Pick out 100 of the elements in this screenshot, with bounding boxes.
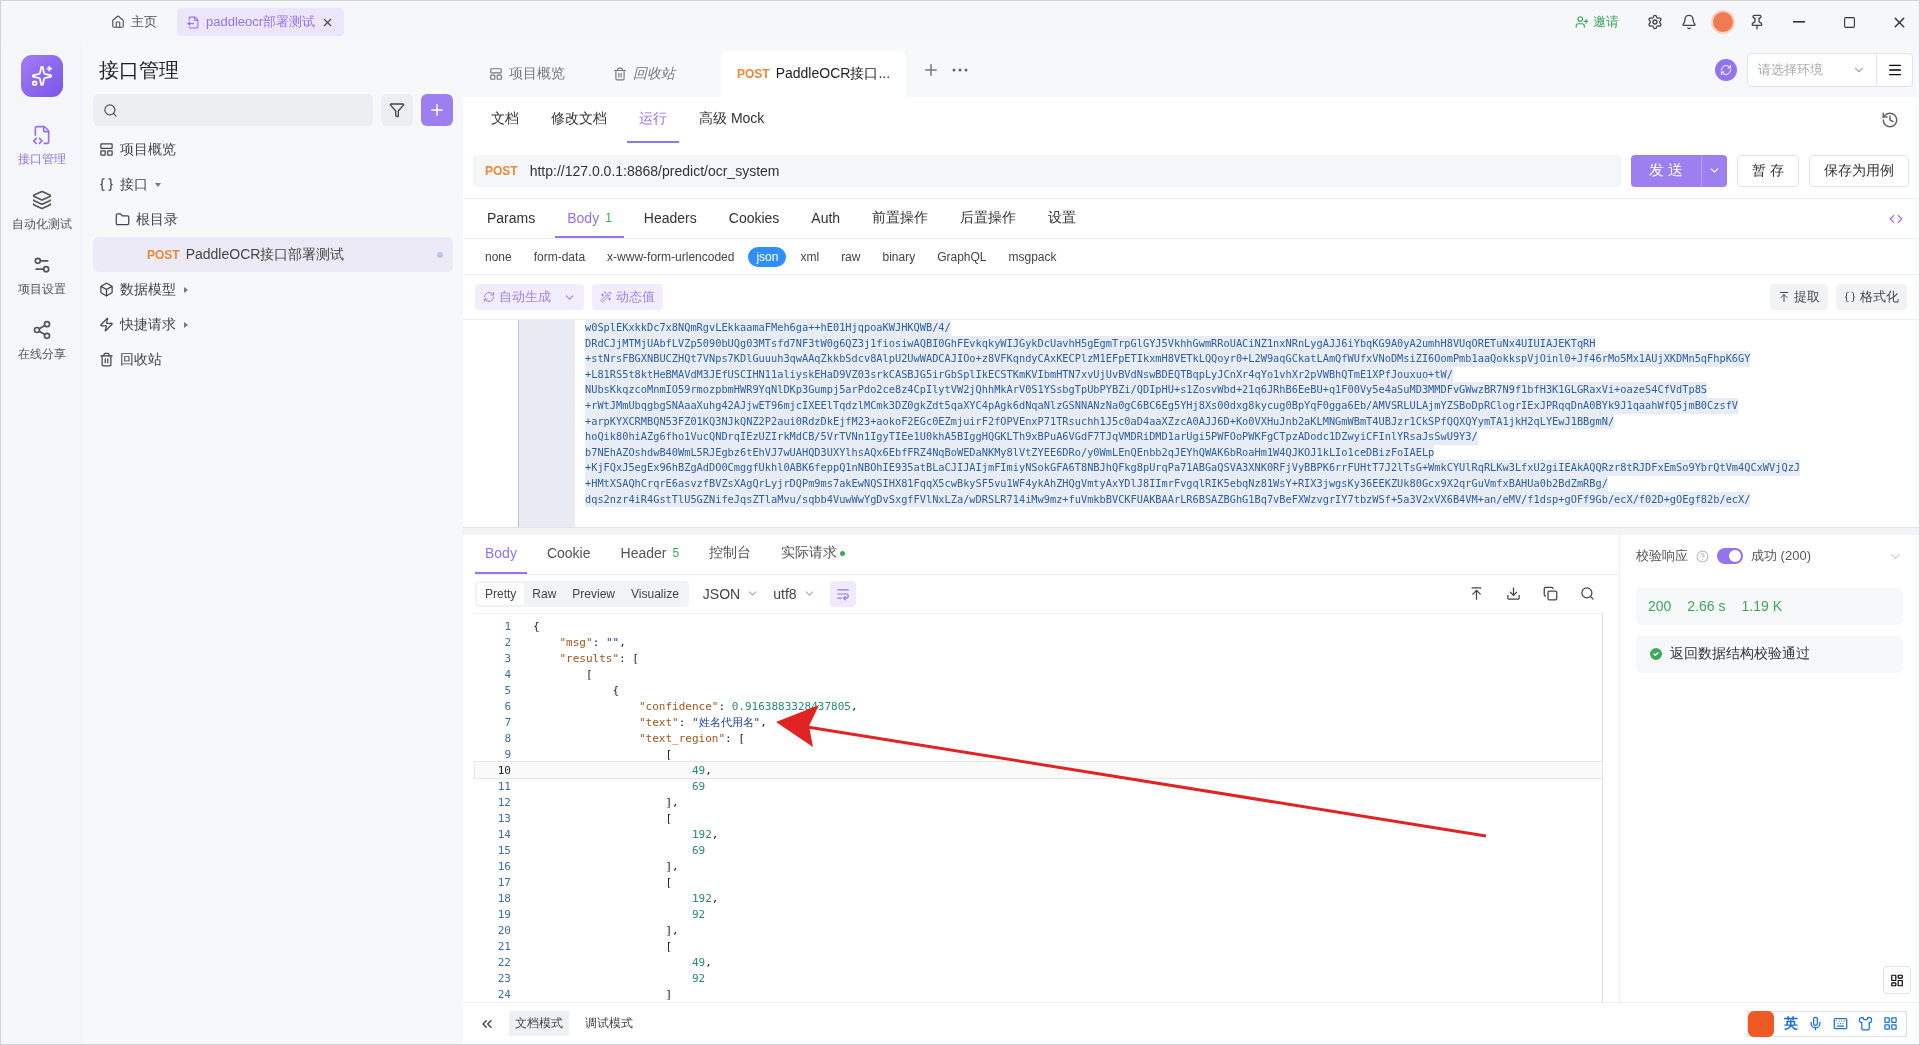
view-option[interactable]: Visualize xyxy=(623,583,687,605)
param-tab[interactable]: Body 1 xyxy=(555,199,624,238)
save-case-button[interactable]: 保存为用例 xyxy=(1809,154,1909,187)
code-line: 49, xyxy=(690,763,712,777)
environment-placeholder: 请选择环境 xyxy=(1758,61,1823,79)
rail-item[interactable]: 在线分享 xyxy=(18,320,66,363)
menu-button[interactable] xyxy=(1877,53,1913,87)
body-type-option[interactable]: none xyxy=(477,246,520,267)
search-field[interactable] xyxy=(93,94,373,126)
sub-tab[interactable]: 文档 xyxy=(479,97,531,143)
add-button[interactable] xyxy=(421,94,453,126)
param-tab[interactable]: 设置 xyxy=(1036,199,1089,238)
rail-item[interactable]: 自动化测试 xyxy=(12,190,72,233)
keyboard-icon[interactable] xyxy=(1833,1016,1848,1031)
param-tab[interactable]: 后置操作 xyxy=(948,199,1029,238)
response-tab[interactable]: 实际请求 xyxy=(771,535,856,574)
param-tab[interactable]: Params xyxy=(475,199,548,238)
mode-button[interactable]: 文档模式 xyxy=(509,1011,569,1036)
validation-status[interactable]: 成功 (200) xyxy=(1751,547,1811,565)
editor-tab[interactable]: 回收站 xyxy=(597,51,717,97)
ime-logo[interactable] xyxy=(1748,1010,1774,1037)
url-field[interactable]: POST http://127.0.0.1:8868/predict/ocr_system xyxy=(473,154,1621,187)
menu-icon xyxy=(1886,62,1903,78)
body-type-option[interactable]: GraphQL xyxy=(929,246,995,267)
validation-result: 返回数据结构校验通过 xyxy=(1670,645,1810,663)
line-number: 15 xyxy=(496,843,511,857)
rail-item[interactable]: 项目设置 xyxy=(18,255,66,298)
param-tab[interactable]: Headers xyxy=(631,199,709,238)
filter-button[interactable] xyxy=(381,94,413,126)
code-line: ], xyxy=(664,923,679,937)
code-line: [ xyxy=(664,811,673,825)
code-line: 69 xyxy=(690,843,706,857)
response-size: 1.19 K xyxy=(1741,598,1782,614)
code-line: { xyxy=(533,619,540,633)
tree-item[interactable]: 项目概览 xyxy=(93,132,453,167)
tree-label: 回收站 xyxy=(120,350,162,369)
window-tab[interactable]: 主页 xyxy=(101,8,167,36)
extract-button[interactable]: 提取 xyxy=(1770,284,1828,310)
response-tab[interactable]: 控制台 xyxy=(699,535,762,574)
encoding-select[interactable]: utf8 xyxy=(773,586,816,602)
view-option[interactable]: Raw xyxy=(524,583,565,605)
layout-button[interactable] xyxy=(1883,966,1911,994)
settings-icon xyxy=(32,255,52,275)
param-tab[interactable]: Auth xyxy=(799,199,853,238)
response-tab[interactable]: Body xyxy=(475,535,527,574)
param-tab[interactable]: 前置操作 xyxy=(860,199,941,238)
param-tab[interactable]: Cookies xyxy=(716,199,792,238)
body-type-option[interactable]: x-www-form-urlencoded xyxy=(599,246,743,267)
body-type-option[interactable]: xml xyxy=(792,246,828,267)
wrap-button[interactable] xyxy=(829,581,856,607)
line-number: 9 xyxy=(503,747,511,761)
view-option[interactable]: Pretty xyxy=(477,583,525,605)
plus-icon xyxy=(428,101,446,119)
shirt-icon[interactable] xyxy=(1858,1016,1873,1031)
save-draft-button[interactable]: 暂 存 xyxy=(1737,154,1799,187)
line-number: 1 xyxy=(503,619,511,633)
document-icon xyxy=(187,15,200,29)
sub-tab[interactable]: 运行 xyxy=(627,97,679,143)
grid-icon[interactable] xyxy=(1883,1016,1898,1031)
sparkle-icon xyxy=(31,65,53,87)
trash-icon xyxy=(99,352,114,367)
format-select[interactable]: JSON xyxy=(702,586,760,602)
tree-item[interactable]: 接口 xyxy=(93,167,453,202)
validation-toggle[interactable] xyxy=(1717,548,1743,564)
search-icon xyxy=(103,102,118,118)
tree-item[interactable]: 回收站 xyxy=(93,342,453,377)
response-tab[interactable]: Header 5 xyxy=(610,535,690,574)
share-icon xyxy=(32,320,52,340)
avatar[interactable] xyxy=(1711,10,1735,34)
pin-icon xyxy=(1749,14,1765,30)
body-type-option[interactable]: binary xyxy=(874,246,924,267)
sub-tab[interactable]: 高级 Mock xyxy=(687,97,777,143)
sub-tab[interactable]: 修改文档 xyxy=(539,97,619,143)
code-line: 192, xyxy=(690,827,719,841)
user-plus-icon xyxy=(1575,15,1589,29)
ime-language[interactable]: 英 xyxy=(1784,1014,1798,1033)
status-code: 200 xyxy=(1648,598,1672,614)
help-icon xyxy=(1696,549,1709,563)
editor-tab[interactable]: 项目概览 xyxy=(473,51,593,97)
view-option[interactable]: Preview xyxy=(564,583,624,605)
code-line: 69 xyxy=(690,779,706,793)
folder-icon xyxy=(115,212,130,227)
tree-item[interactable]: POST PaddleOCR接口部署测试 xyxy=(93,237,453,272)
line-number: 11 xyxy=(496,779,511,793)
trash-icon xyxy=(613,67,627,81)
tree-item[interactable]: 根目录 xyxy=(93,202,453,237)
body-type-option[interactable]: msgpack xyxy=(1000,246,1065,267)
body-type-option[interactable]: form-data xyxy=(525,246,594,267)
format-button[interactable]: 格式化 xyxy=(1836,284,1907,310)
overview-icon xyxy=(489,67,503,81)
mode-button[interactable]: 调试模式 xyxy=(579,1011,639,1036)
body-type-option[interactable]: raw xyxy=(833,246,869,267)
tree-item[interactable]: 数据模型 xyxy=(93,272,453,307)
sync-icon[interactable] xyxy=(1715,59,1737,81)
tree-item[interactable]: 快捷请求 xyxy=(93,307,453,342)
code-line: [ xyxy=(584,667,593,681)
response-tab[interactable]: Cookie xyxy=(536,535,601,574)
code-line: "msg": "", xyxy=(558,635,626,649)
mic-icon[interactable] xyxy=(1808,1016,1823,1031)
editor-tab[interactable]: POST PaddleOCR接口... xyxy=(721,51,907,97)
